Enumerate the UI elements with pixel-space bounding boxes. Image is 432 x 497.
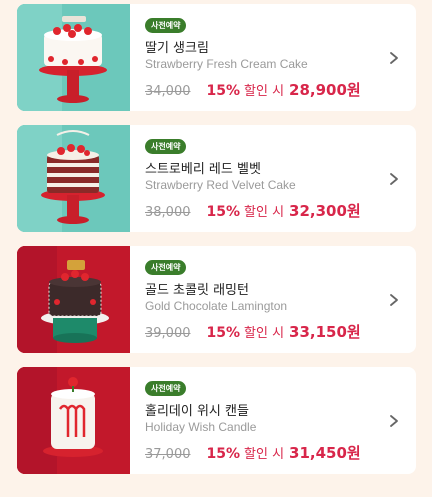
chevron-right-icon[interactable] (386, 169, 402, 189)
product-name-ko: 스트로베리 레드 벨벳 (145, 162, 261, 177)
final-price: 33,150원 (289, 323, 361, 341)
discount-label: 할인 시 (244, 326, 285, 341)
product-name-en: Gold Chocolate Lamington (145, 299, 288, 313)
original-price: 38,000 (145, 205, 191, 220)
preorder-badge: 사전예약 (145, 381, 187, 396)
chocolate-lamington-cake-image (17, 246, 130, 353)
discount-label: 할인 시 (244, 84, 285, 99)
chevron-right-icon[interactable] (386, 48, 402, 68)
strawberry-cream-cake-image (17, 4, 130, 111)
product-card-red-velvet[interactable]: 사전예약 스트로베리 레드 벨벳 Strawberry Red Velvet C… (17, 125, 416, 232)
chevron-right-icon[interactable] (386, 290, 402, 310)
original-price: 39,000 (145, 326, 191, 341)
discount-label: 할인 시 (244, 205, 285, 220)
final-price: 32,300원 (289, 202, 361, 220)
product-name-ko: 골드 초콜릿 래밍턴 (145, 283, 249, 298)
discount-percent: 15% (206, 204, 241, 220)
preorder-badge: 사전예약 (145, 260, 187, 275)
product-info: 사전예약 딸기 생크림 Strawberry Fresh Cream Cake … (145, 4, 386, 111)
product-card-strawberry-cream[interactable]: 사전예약 딸기 생크림 Strawberry Fresh Cream Cake … (17, 4, 416, 111)
product-name-ko: 홀리데이 위시 캔들 (145, 404, 249, 419)
preorder-badge: 사전예약 (145, 18, 187, 33)
final-price: 31,450원 (289, 444, 361, 462)
product-name-en: Holiday Wish Candle (145, 420, 257, 434)
original-price: 34,000 (145, 84, 191, 99)
chevron-right-icon[interactable] (386, 411, 402, 431)
discount-percent: 15% (206, 83, 241, 99)
wish-candle-cake-image (17, 367, 130, 474)
price-row: 39,000 15% 할인 시 33,150원 (145, 321, 361, 342)
product-list: 사전예약 딸기 생크림 Strawberry Fresh Cream Cake … (0, 0, 432, 497)
discount-label: 할인 시 (244, 447, 285, 462)
discount-percent: 15% (206, 446, 241, 462)
product-info: 사전예약 골드 초콜릿 래밍턴 Gold Chocolate Lamington… (145, 246, 386, 353)
product-card-chocolate-lamington[interactable]: 사전예약 골드 초콜릿 래밍턴 Gold Chocolate Lamington… (17, 246, 416, 353)
product-card-wish-candle[interactable]: 사전예약 홀리데이 위시 캔들 Holiday Wish Candle 37,0… (17, 367, 416, 474)
price-row: 38,000 15% 할인 시 32,300원 (145, 200, 361, 221)
price-row: 34,000 15% 할인 시 28,900원 (145, 79, 361, 100)
product-info: 사전예약 스트로베리 레드 벨벳 Strawberry Red Velvet C… (145, 125, 386, 232)
preorder-badge: 사전예약 (145, 139, 187, 154)
original-price: 37,000 (145, 447, 191, 462)
red-velvet-cake-image (17, 125, 130, 232)
final-price: 28,900원 (289, 81, 361, 99)
price-row: 37,000 15% 할인 시 31,450원 (145, 442, 361, 463)
product-name-ko: 딸기 생크림 (145, 41, 209, 56)
product-name-en: Strawberry Red Velvet Cake (145, 178, 296, 192)
product-info: 사전예약 홀리데이 위시 캔들 Holiday Wish Candle 37,0… (145, 367, 386, 474)
product-name-en: Strawberry Fresh Cream Cake (145, 57, 308, 71)
discount-percent: 15% (206, 325, 241, 341)
